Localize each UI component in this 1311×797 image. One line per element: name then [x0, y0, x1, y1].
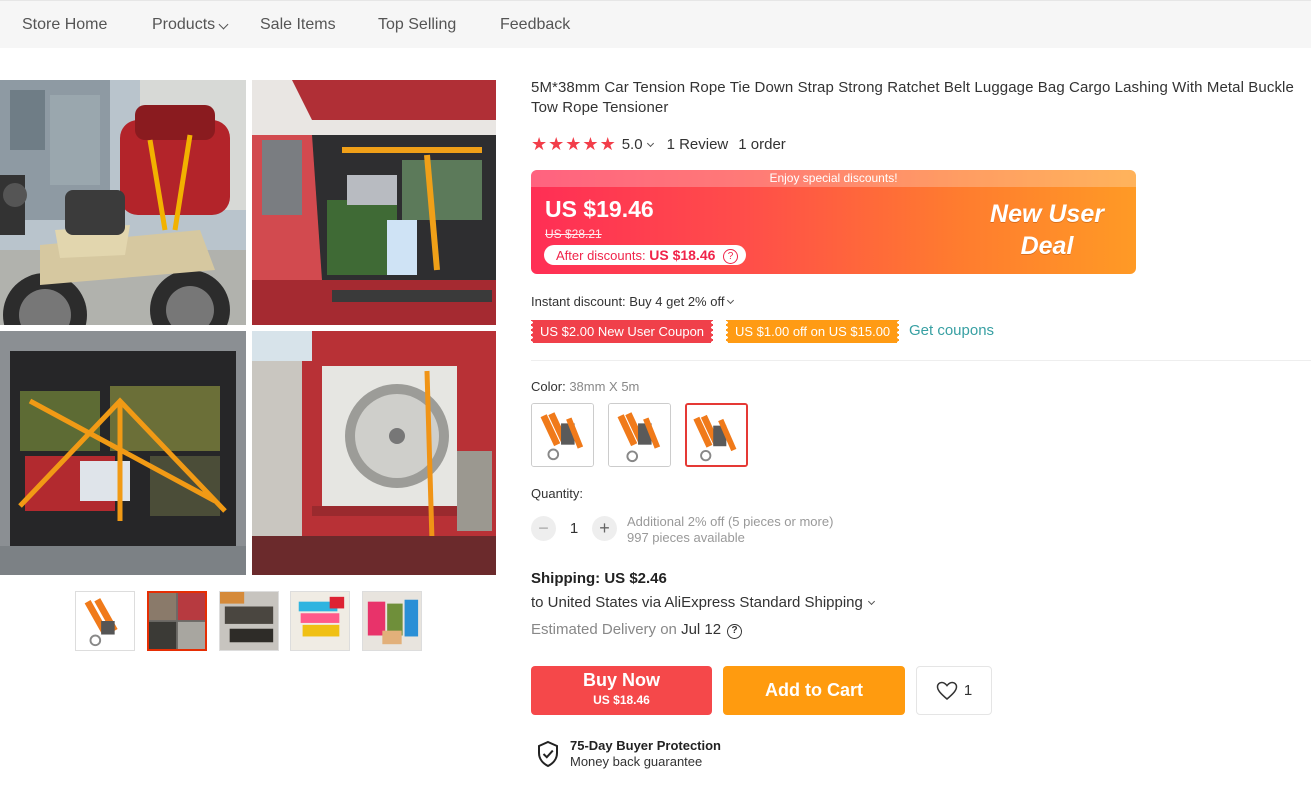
- thumbnail-colors[interactable]: [290, 591, 350, 651]
- nav-products[interactable]: Products: [152, 16, 229, 34]
- help-icon[interactable]: ?: [723, 249, 739, 264]
- nav-top-selling[interactable]: Top Selling: [378, 16, 456, 34]
- photo-motorcycle: [0, 80, 246, 325]
- after-discount-value: US $18.46: [649, 247, 716, 263]
- deal-line-2: Deal: [1020, 232, 1074, 260]
- protection-subtitle: Money back guarantee: [570, 754, 703, 769]
- shipping-price: Shipping: US $2.46: [531, 570, 667, 587]
- after-discount-badge[interactable]: After discounts: US $18.46 ?: [544, 245, 747, 265]
- nav-store-home[interactable]: Store Home: [22, 16, 107, 34]
- photo-suv-trunk: [252, 80, 496, 325]
- chevron-down-icon: [646, 139, 654, 147]
- stock-available: 997 pieces available: [627, 530, 745, 545]
- shipping-destination-text: to United States via AliExpress Standard…: [531, 594, 863, 611]
- quantity-label: Quantity:: [531, 486, 584, 501]
- rating-value[interactable]: 5.0: [621, 135, 654, 153]
- thumbnail-hose[interactable]: [219, 591, 279, 651]
- wishlist-count: 1: [963, 682, 973, 699]
- wishlist-button[interactable]: 1: [916, 666, 992, 715]
- shield-check-icon: [538, 740, 558, 768]
- get-coupons-link[interactable]: Get coupons: [909, 322, 994, 339]
- estimated-delivery: Estimated Delivery on Jul 12?: [531, 621, 743, 640]
- color-label-text: Color:: [531, 379, 566, 394]
- star-icon: ★: [582, 134, 599, 154]
- estimated-delivery-date: Jul 12: [681, 621, 722, 638]
- quantity-value[interactable]: 1: [566, 520, 582, 537]
- bulk-discount-note: Additional 2% off (5 pieces or more): [627, 514, 834, 529]
- heart-icon: [936, 681, 958, 700]
- after-discount-label: After discounts:: [556, 248, 646, 263]
- star-icon: ★: [599, 134, 616, 154]
- instant-discount[interactable]: Instant discount: Buy 4 get 2% off: [531, 294, 735, 309]
- coupon-new-user[interactable]: US $2.00 New User Coupon: [529, 320, 715, 343]
- quantity-note: Additional 2% off (5 pieces or more) 997…: [627, 514, 833, 546]
- nav-feedback[interactable]: Feedback: [500, 16, 570, 34]
- buy-now-label: Buy Now: [582, 670, 660, 690]
- add-to-cart-button[interactable]: Add to Cart: [723, 666, 905, 715]
- orders-count: 1 order: [738, 135, 786, 153]
- product-main-image[interactable]: [0, 80, 496, 575]
- instant-discount-text: Instant discount: Buy 4 get 2% off: [531, 294, 725, 309]
- original-price: US $28.21: [545, 227, 602, 241]
- rating-row: ★ ★ ★ ★ ★ 5.0 1 Review 1 order: [531, 134, 786, 154]
- divider: [531, 360, 1311, 361]
- product-title: 5M*38mm Car Tension Rope Tie Down Strap …: [531, 79, 1294, 116]
- buyer-protection: 75-Day Buyer Protection Money back guara…: [536, 738, 721, 770]
- coupon-store[interactable]: US $1.00 off on US $15.00: [724, 320, 901, 343]
- thumbnail-rolls[interactable]: [362, 591, 422, 651]
- deal-line-1: New User: [990, 200, 1104, 228]
- quantity-decrease-button[interactable]: −: [531, 516, 556, 541]
- protection-title: 75-Day Buyer Protection: [570, 738, 721, 753]
- reviews-link[interactable]: 1 Review: [667, 136, 729, 153]
- rating-stars: ★ ★ ★ ★ ★: [531, 135, 616, 153]
- quantity-increase-button[interactable]: +: [592, 516, 617, 541]
- selected-color: 38mm X 5m: [569, 379, 640, 394]
- chevron-down-icon: [218, 19, 229, 30]
- thumbnail-collage[interactable]: [147, 591, 207, 651]
- color-swatch-selected[interactable]: [685, 403, 748, 467]
- shipping-destination[interactable]: to United States via AliExpress Standard…: [531, 594, 875, 611]
- chevron-down-icon: [727, 296, 735, 305]
- discount-strip: Enjoy special discounts!: [531, 170, 1136, 187]
- price-banner: Enjoy special discounts! US $19.46 US $2…: [531, 170, 1136, 274]
- rating-number: 5.0: [621, 135, 643, 153]
- color-label: Color: 38mm X 5m: [531, 379, 639, 394]
- star-icon: ★: [548, 134, 565, 154]
- photo-ac-unit: [252, 331, 496, 575]
- current-price: US $19.46: [545, 196, 654, 222]
- photo-cargo-net: [0, 331, 246, 575]
- help-icon[interactable]: ?: [727, 624, 743, 639]
- color-swatch-2[interactable]: [608, 403, 671, 467]
- buy-now-button[interactable]: Buy Now US $18.46: [531, 666, 712, 715]
- star-icon: ★: [531, 134, 548, 154]
- store-nav: Store Home Products Sale Items Top Selli…: [0, 0, 1311, 48]
- thumbnail-strap[interactable]: [75, 591, 135, 651]
- estimated-delivery-label: Estimated Delivery on: [531, 621, 677, 638]
- new-user-deal-label: New User Deal: [982, 198, 1112, 262]
- nav-sale-items[interactable]: Sale Items: [260, 16, 336, 34]
- buy-now-price: US $18.46: [593, 693, 650, 707]
- chevron-down-icon: [867, 597, 875, 606]
- color-swatch-1[interactable]: [531, 403, 594, 467]
- nav-products-label: Products: [152, 16, 216, 33]
- star-icon: ★: [565, 134, 582, 154]
